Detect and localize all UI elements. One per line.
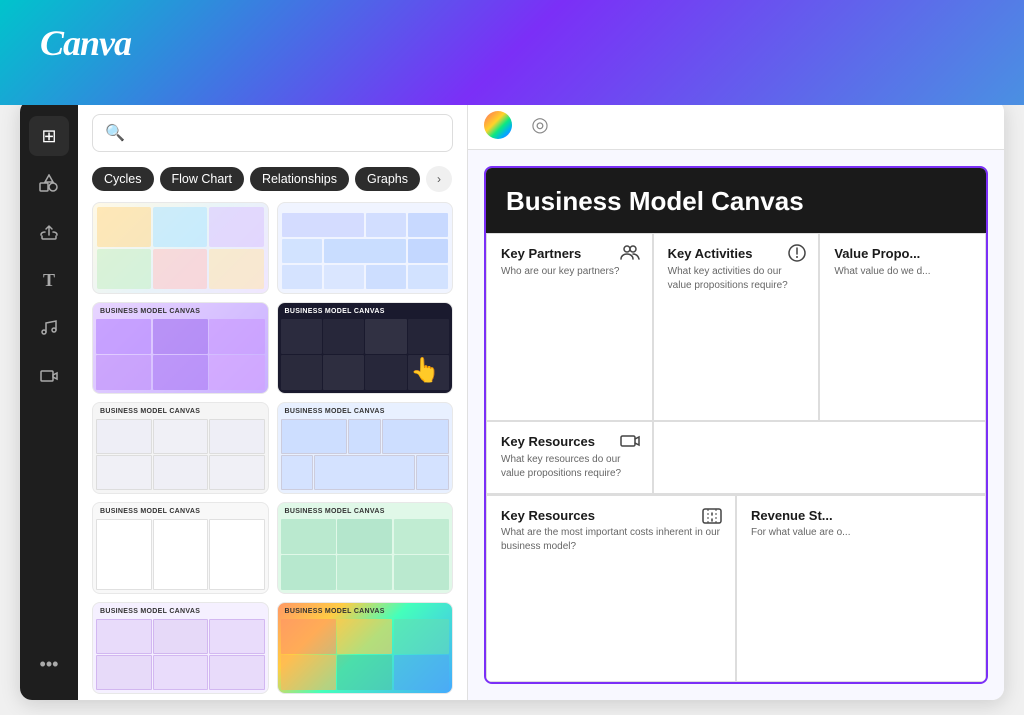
card-label-4: Business Model Canvas bbox=[285, 308, 385, 315]
chip-graphs[interactable]: Graphs bbox=[355, 167, 420, 191]
sidebar-icon-video[interactable] bbox=[29, 356, 69, 396]
chip-cycles[interactable]: Cycles bbox=[92, 167, 154, 191]
card-label-3: BUSINESS MODEL CANVAS bbox=[100, 308, 200, 315]
bmc-cell-icon-1 bbox=[620, 244, 640, 265]
sidebar: ⊞ T bbox=[20, 100, 78, 700]
sidebar-more-button[interactable]: ••• bbox=[29, 644, 69, 684]
template-card-2[interactable] bbox=[277, 202, 454, 294]
bmc-cell-empty-1 bbox=[653, 421, 986, 494]
main-container: ⊞ T bbox=[20, 100, 1004, 700]
bmc-cell-title-4: Key Resources bbox=[501, 434, 638, 449]
bmc-bottom-cell-1: Key Resources What are the most importan… bbox=[486, 495, 736, 682]
sidebar-icon-upload[interactable] bbox=[29, 212, 69, 252]
card-label-10: BUSINESS MODEL CANVAS bbox=[285, 608, 385, 615]
template-card-5[interactable]: Business Model Canvas bbox=[92, 402, 269, 494]
bmc-title: Business Model Canvas bbox=[506, 186, 966, 217]
search-input-wrap[interactable]: 🔍 bbox=[92, 114, 453, 152]
chip-relationships[interactable]: Relationships bbox=[250, 167, 349, 191]
bmc-cell-desc-3: What value do we d... bbox=[834, 265, 971, 279]
bmc-cell-desc-4: What key resources do our value proposit… bbox=[501, 453, 638, 481]
template-card-3[interactable]: BUSINESS MODEL CANVAS bbox=[92, 302, 269, 394]
bmc-bottom-cell-2: Revenue St... For what value are o... bbox=[736, 495, 986, 682]
template-panel: 🔍 Cycles Flow Chart Relationships Graphs… bbox=[78, 100, 468, 700]
bmc-bottom-title-1: Key Resources bbox=[501, 508, 721, 523]
category-chips: Cycles Flow Chart Relationships Graphs › bbox=[78, 162, 467, 202]
bmc-preview: Business Model Canvas Key Partners Who a… bbox=[484, 166, 988, 684]
bmc-bottom-desc-2: For what value are o... bbox=[751, 526, 971, 540]
preview-toolbar: ◎ bbox=[468, 100, 1004, 150]
bmc-cell-title-3: Value Propo... bbox=[834, 246, 971, 261]
template-card-6[interactable]: Business Model Canvas bbox=[277, 402, 454, 494]
bmc-cell-title-1: Key Partners bbox=[501, 246, 638, 261]
template-card-7[interactable]: Business Model Canvas bbox=[92, 502, 269, 594]
chip-arrow-right[interactable]: › bbox=[426, 166, 452, 192]
bmc-cell-key-partners: Key Partners Who are our key partners? bbox=[486, 233, 653, 421]
preview-pane: ◎ Business Model Canvas Key Partners Who… bbox=[468, 100, 1004, 700]
card-label-8: Business Model Canvas bbox=[285, 508, 385, 515]
top-header: Canva bbox=[0, 0, 1024, 105]
bmc-cell-desc-2: What key activities do our value proposi… bbox=[668, 265, 805, 293]
bmc-bottom-icon-1 bbox=[701, 506, 723, 531]
bmc-cell-title-2: Key Activities bbox=[668, 246, 805, 261]
template-card-9[interactable]: BUSINESS MODEL CANVAS bbox=[92, 602, 269, 694]
search-bar: 🔍 bbox=[78, 100, 467, 162]
circle-tool-button[interactable]: ◎ bbox=[524, 109, 556, 141]
sidebar-icon-text[interactable]: T bbox=[29, 260, 69, 300]
canva-logo: Canva bbox=[40, 22, 131, 64]
search-input[interactable] bbox=[133, 125, 440, 141]
sidebar-icon-layout[interactable]: ⊞ bbox=[29, 116, 69, 156]
bmc-cell-icon-4 bbox=[620, 432, 640, 455]
card-label-7: Business Model Canvas bbox=[100, 508, 200, 515]
bmc-bottom-title-2: Revenue St... bbox=[751, 508, 971, 523]
bmc-cell-key-activities: Key Activities What key activities do ou… bbox=[653, 233, 820, 421]
bmc-cell-key-resources-top: Key Resources What key resources do our … bbox=[486, 421, 653, 494]
bmc-body: Key Partners Who are our key partners? K… bbox=[486, 233, 986, 682]
sidebar-icon-shapes[interactable] bbox=[29, 164, 69, 204]
bmc-bottom-desc-1: What are the most important costs inhere… bbox=[501, 526, 721, 554]
template-card-4[interactable]: Business Model Canvas 👆 bbox=[277, 302, 454, 394]
bmc-cell-value-prop: Value Propo... What value do we d... bbox=[819, 233, 986, 421]
chip-flowchart[interactable]: Flow Chart bbox=[160, 167, 244, 191]
bmc-header: Business Model Canvas bbox=[486, 168, 986, 233]
gradient-color-button[interactable] bbox=[484, 111, 512, 139]
card-label-9: BUSINESS MODEL CANVAS bbox=[100, 608, 200, 615]
bmc-bottom-row: Key Resources What are the most importan… bbox=[486, 494, 986, 682]
template-card-1[interactable] bbox=[92, 202, 269, 294]
template-grid: BUSINESS MODEL CANVAS Business Model Can… bbox=[78, 202, 467, 700]
card-label-5: Business Model Canvas bbox=[100, 408, 200, 415]
sidebar-icon-music[interactable] bbox=[29, 308, 69, 348]
bmc-cell-desc-1: Who are our key partners? bbox=[501, 265, 638, 279]
template-card-8[interactable]: Business Model Canvas bbox=[277, 502, 454, 594]
card-label-6: Business Model Canvas bbox=[285, 408, 385, 415]
search-icon: 🔍 bbox=[105, 123, 125, 143]
template-card-10[interactable]: BUSINESS MODEL CANVAS bbox=[277, 602, 454, 694]
bmc-cell-icon-2 bbox=[788, 244, 806, 267]
